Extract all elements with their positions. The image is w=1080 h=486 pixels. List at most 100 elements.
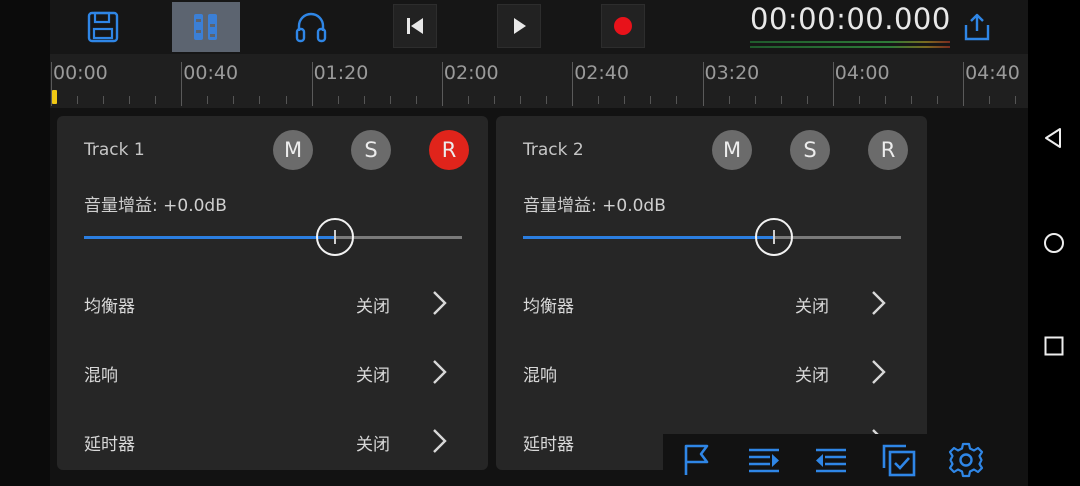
slider-thumb[interactable] [316, 218, 354, 256]
timeline-ruler[interactable]: 00:00 00:40 01:20 02:00 02:40 03:20 04:00 04:40 [50, 54, 1028, 108]
volume-gain-slider[interactable] [84, 218, 462, 256]
record-arm-button[interactable]: R [429, 130, 469, 170]
ruler-minor-tick [77, 96, 79, 104]
effect-row[interactable]: 均衡器 关闭 [523, 284, 901, 324]
ruler-minor-tick [467, 96, 469, 104]
back-icon[interactable] [1042, 126, 1066, 150]
effect-label: 延时器 [523, 435, 574, 455]
ruler-minor-tick [989, 96, 991, 104]
volume-gain-title: 音量增益: [84, 196, 158, 216]
track-name: Track 1 [84, 140, 145, 160]
ruler-minor-tick [494, 96, 496, 104]
volume-gain-label: 音量增益: +0.0dB [523, 191, 666, 216]
bottom-toolbar [663, 434, 984, 486]
ruler-time-label: 00:40 [183, 62, 239, 84]
floppy-disk-icon [87, 11, 119, 43]
gear-icon[interactable] [948, 442, 984, 478]
top-toolbar: 00:00:00.000 [50, 0, 1028, 54]
play-icon [514, 18, 526, 34]
export-button[interactable] [952, 2, 1002, 52]
ruler-minor-tick [363, 96, 365, 104]
effect-status: 关闭 [795, 366, 829, 386]
ruler-minor-tick [546, 96, 548, 104]
solo-button[interactable]: S [790, 130, 830, 170]
ruler-minor-tick [884, 96, 886, 104]
effect-row[interactable]: 混响 关闭 [84, 353, 462, 393]
record-icon [614, 17, 632, 35]
mute-button[interactable]: M [712, 130, 752, 170]
playhead-marker[interactable] [52, 90, 57, 104]
skip-back-icon [407, 18, 423, 34]
ruler-time-label: 03:20 [704, 62, 760, 84]
skip-to-start-button[interactable] [393, 4, 437, 48]
recents-icon[interactable] [1042, 334, 1066, 358]
align-left-icon[interactable] [813, 442, 849, 478]
ruler-time-label: 04:40 [965, 62, 1020, 84]
ruler-minor-tick [780, 96, 782, 104]
effect-label: 混响 [84, 366, 118, 386]
ruler-time-label: 01:20 [313, 62, 369, 84]
save-button[interactable] [78, 2, 128, 52]
solo-button[interactable]: S [351, 130, 391, 170]
ruler-time-label: 04:00 [834, 62, 890, 84]
effect-status: 关闭 [356, 435, 390, 455]
app-window: 00:00:00.000 00:00 00:40 01:20 02:00 02:40 03… [0, 0, 1028, 486]
effect-status: 关闭 [356, 366, 390, 386]
effect-label: 均衡器 [523, 297, 574, 317]
chevron-right-icon [872, 360, 886, 384]
align-right-icon[interactable] [746, 442, 782, 478]
volume-gain-label: 音量增益: +0.0dB [84, 191, 227, 216]
checkbox-stack-icon[interactable] [881, 442, 917, 478]
ruler-minor-tick [858, 96, 860, 104]
slider-fill [523, 236, 774, 239]
record-arm-button[interactable]: R [868, 130, 908, 170]
ruler-minor-tick [650, 96, 652, 104]
track-card: Track 2 MSR 音量增益: +0.0dB 均衡器关闭混响 关闭延时器 关闭 [496, 116, 927, 470]
volume-gain-value: +0.0dB [163, 196, 227, 216]
effect-label: 均衡器 [84, 297, 135, 317]
slider-thumb[interactable] [755, 218, 793, 256]
ruler-minor-tick [285, 96, 287, 104]
ruler-time-label: 02:00 [443, 62, 499, 84]
slider-fill [84, 236, 335, 239]
share-upload-icon [964, 13, 990, 41]
mute-button[interactable]: M [273, 130, 313, 170]
ruler-minor-tick [155, 96, 157, 104]
ruler-minor-tick [337, 96, 339, 104]
record-button[interactable] [601, 4, 645, 48]
chevron-right-icon [433, 291, 447, 315]
tracks-view-button[interactable] [172, 2, 240, 52]
tracks-grid-icon [194, 14, 217, 40]
left-edge [0, 0, 50, 486]
effect-status: 关闭 [356, 297, 390, 317]
track-card: Track 1 M S R 音量增益: +0.0dB 均衡器 关闭 混响 关闭 延时器 关闭 [57, 116, 488, 470]
track-name: Track 2 [523, 140, 584, 160]
volume-gain-slider[interactable] [523, 218, 901, 256]
ruler-minor-tick [520, 96, 522, 104]
effect-row[interactable]: 混响 关闭 [523, 353, 901, 393]
effect-row[interactable]: 均衡器 关闭 [84, 284, 462, 324]
chevron-right-icon [433, 429, 447, 453]
ruler-minor-tick [129, 96, 131, 104]
volume-gain-title: 音量增益: [523, 196, 597, 216]
ruler-minor-tick [207, 96, 209, 104]
ruler-minor-tick [389, 96, 391, 104]
flag-icon[interactable] [679, 442, 715, 478]
chevron-right-icon [433, 360, 447, 384]
ruler-minor-tick [259, 96, 261, 104]
home-icon[interactable] [1042, 231, 1066, 255]
headphones-icon [295, 12, 327, 43]
ruler-minor-tick [233, 96, 235, 104]
ruler-minor-tick [806, 96, 808, 104]
effect-label: 混响 [523, 366, 557, 386]
ruler-minor-tick [937, 96, 939, 104]
effect-label: 延时器 [84, 435, 135, 455]
ruler-minor-tick [676, 96, 678, 104]
monitor-button[interactable] [286, 2, 336, 52]
time-display: 00:00:00.000 [750, 2, 951, 36]
ruler-minor-tick [728, 96, 730, 104]
ruler-minor-tick [598, 96, 600, 104]
ruler-minor-tick [415, 96, 417, 104]
play-button[interactable] [497, 4, 541, 48]
effect-row[interactable]: 延时器 关闭 [84, 422, 462, 462]
